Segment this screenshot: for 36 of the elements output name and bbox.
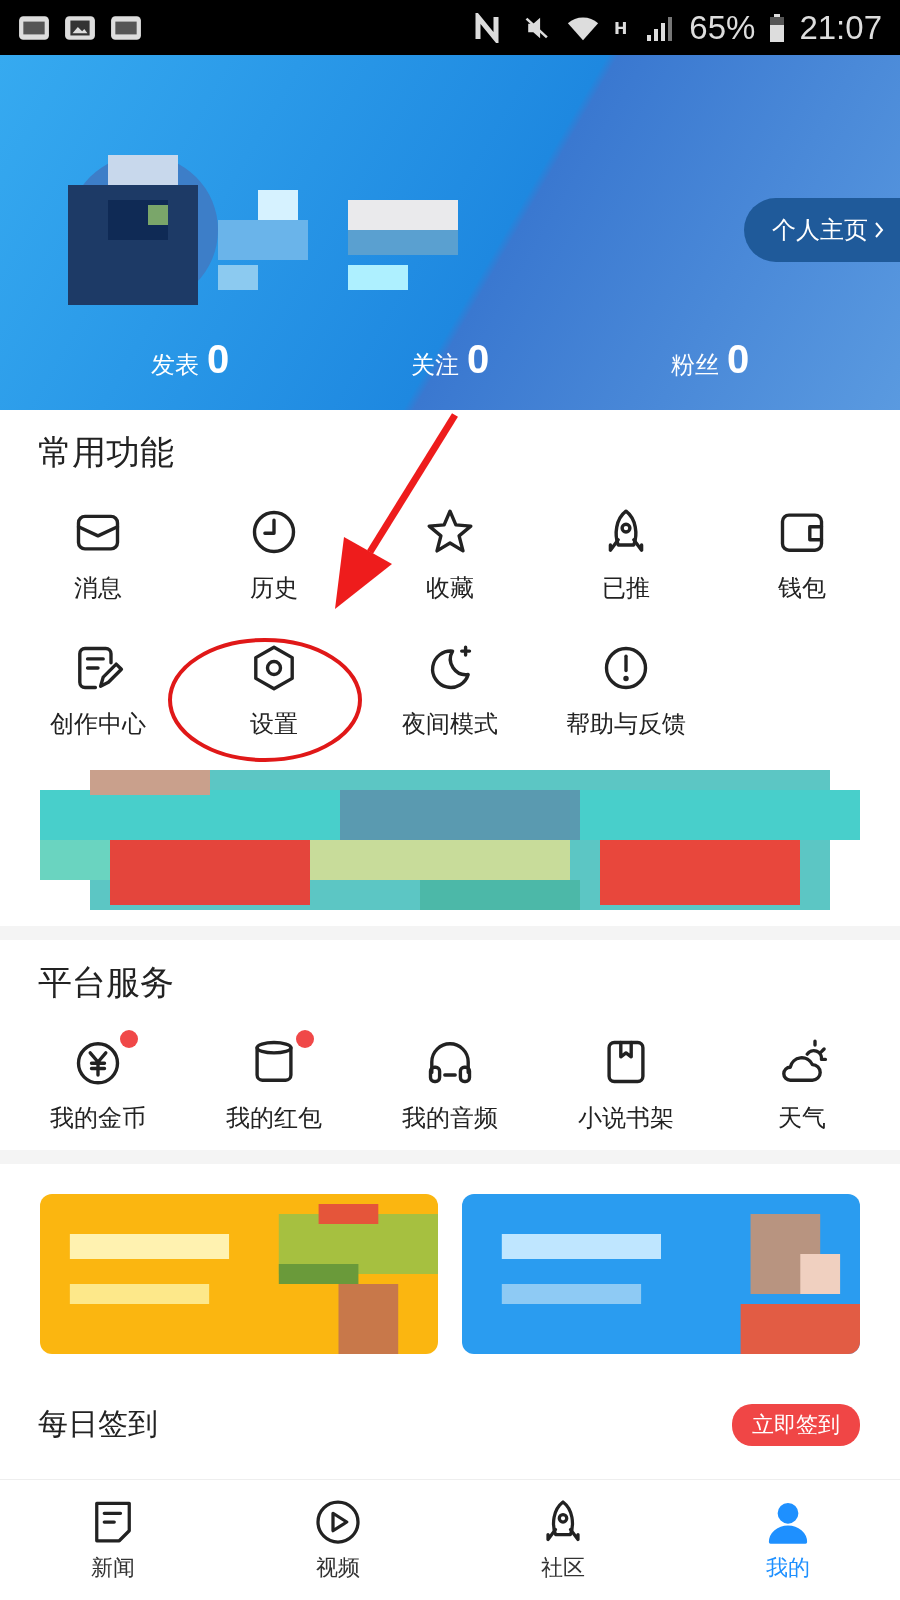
- stat-count: 0: [726, 337, 750, 382]
- function-item[interactable]: 消息: [52, 498, 144, 604]
- function-item[interactable]: 夜间模式: [382, 634, 518, 740]
- network-type: H: [613, 18, 628, 38]
- stat-label: 粉丝: [670, 350, 719, 381]
- personal-homepage-button[interactable]: 个人主页: [744, 198, 900, 262]
- function-item[interactable]: 钱包: [756, 498, 848, 604]
- app-notification-icon: [18, 14, 50, 41]
- stat-count: 0: [206, 337, 230, 382]
- battery-percentage: 65%: [689, 8, 756, 47]
- function-item[interactable]: 已推: [580, 498, 672, 604]
- section-title: 每日签到: [38, 1405, 158, 1443]
- section-title: 常用功能: [38, 431, 175, 474]
- service-item[interactable]: 天气: [756, 1028, 848, 1134]
- chevron-right-icon: [874, 220, 884, 240]
- stat-label: 关注: [410, 350, 459, 381]
- service-item[interactable]: 我的金币: [30, 1028, 166, 1134]
- service-item[interactable]: 我的音频: [382, 1028, 518, 1134]
- function-item[interactable]: 创作中心: [30, 634, 166, 740]
- nav-tab[interactable]: 社区: [487, 1497, 638, 1583]
- stat-label: 发表: [150, 350, 199, 381]
- function-item[interactable]: 收藏: [404, 498, 496, 604]
- nav-tab[interactable]: 新闻: [37, 1497, 188, 1583]
- function-item[interactable]: 设置: [228, 634, 320, 740]
- section-title: 平台服务: [38, 961, 175, 1004]
- clock-time: 21:07: [799, 8, 882, 47]
- image-icon: [64, 14, 96, 41]
- function-item[interactable]: 帮助与反馈: [546, 634, 706, 740]
- app-notification-icon: [110, 14, 142, 41]
- nav-tab[interactable]: 视频: [262, 1497, 413, 1583]
- stat-count: 0: [466, 337, 490, 382]
- check-in-button[interactable]: 立即签到: [732, 1404, 860, 1446]
- service-item[interactable]: 小说书架: [558, 1028, 694, 1134]
- battery-icon: [769, 12, 786, 43]
- service-item[interactable]: 我的红包: [206, 1028, 342, 1134]
- function-item[interactable]: 历史: [228, 498, 320, 604]
